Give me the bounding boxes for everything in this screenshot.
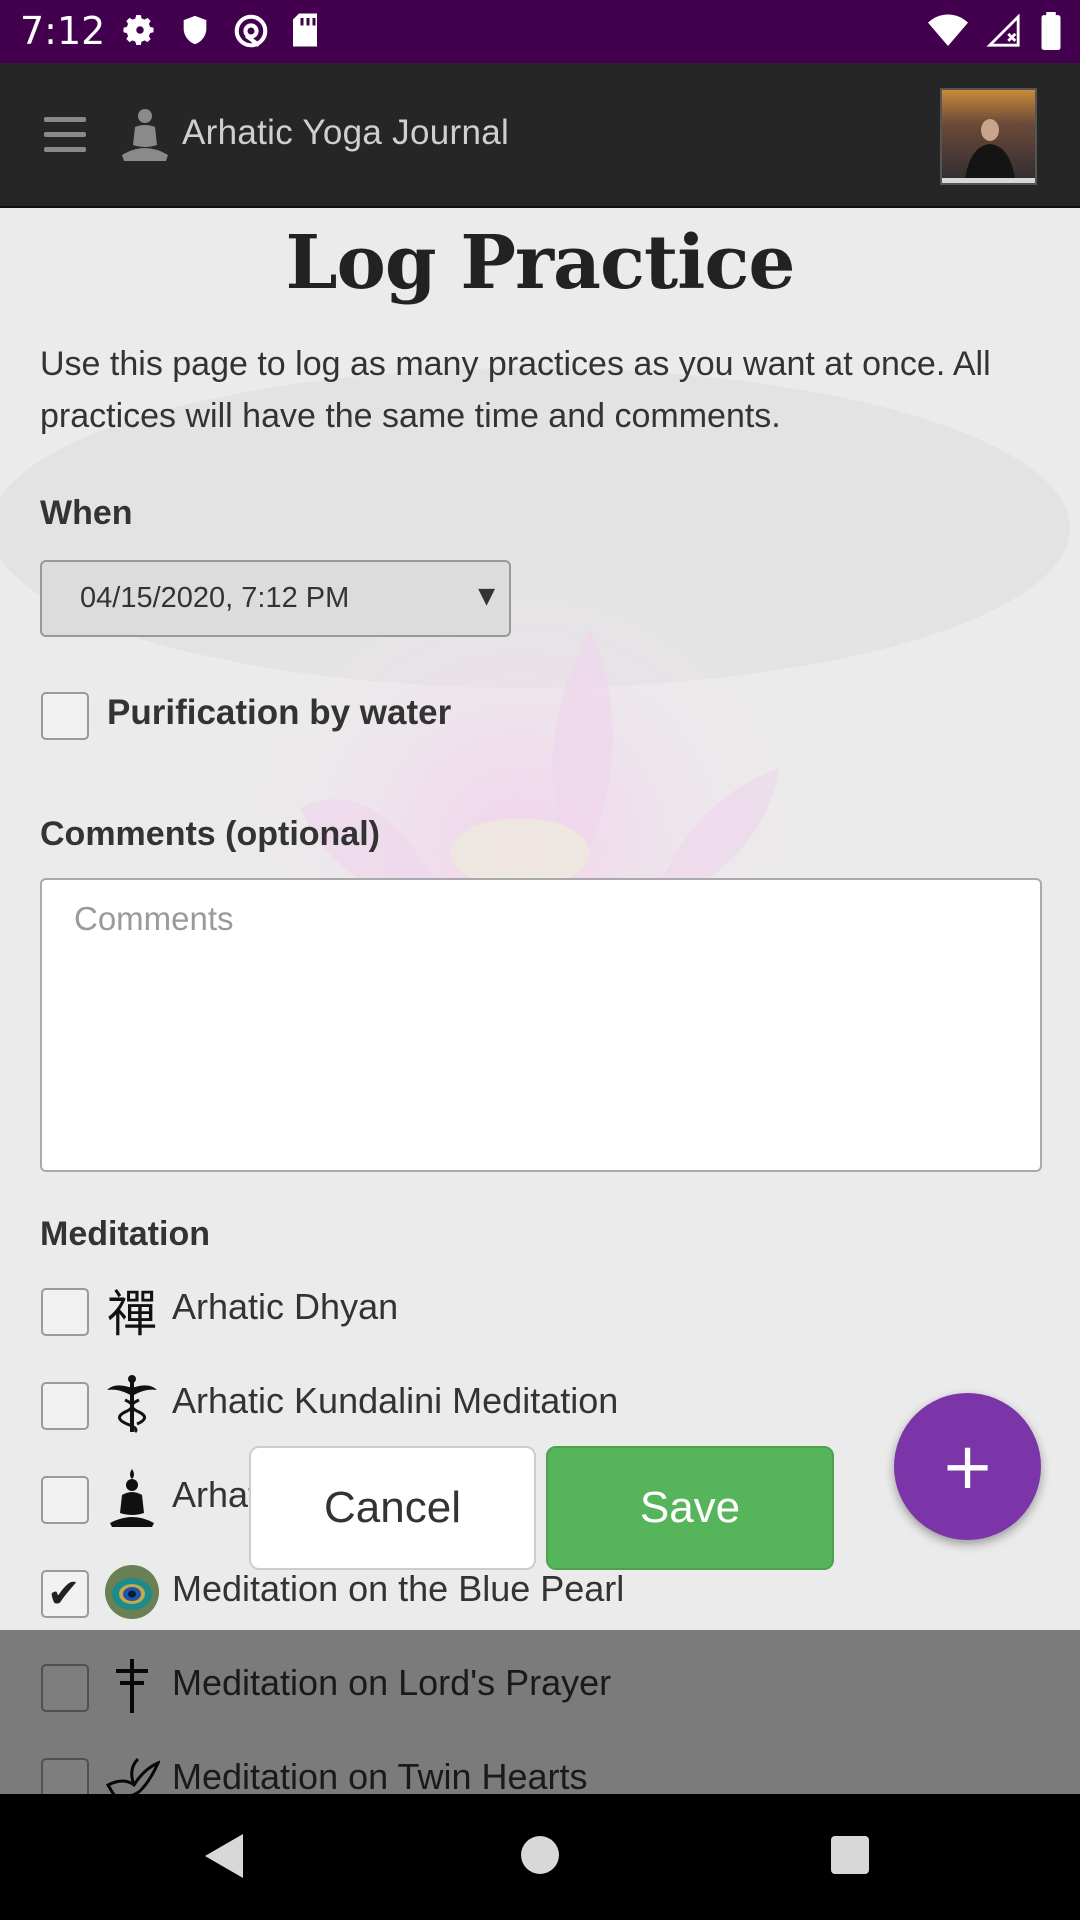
- checkbox[interactable]: [41, 1382, 89, 1430]
- list-item[interactable]: ✔ Meditation on the Blue Pearl: [0, 1562, 1080, 1626]
- meditating-figure-icon: [122, 109, 168, 161]
- comments-label: Comments (optional): [40, 815, 380, 853]
- cancel-button[interactable]: Cancel: [249, 1446, 536, 1570]
- content-area: Log Practice Use this page to log as man…: [0, 208, 1080, 1794]
- shield-icon: [183, 15, 207, 45]
- purification-checkbox[interactable]: [41, 692, 89, 740]
- status-bar: 7:12: [0, 0, 1080, 63]
- at-sign-icon: [234, 14, 268, 48]
- gear-icon: [123, 15, 154, 45]
- comments-input[interactable]: [40, 878, 1042, 1172]
- checkbox-checked[interactable]: ✔: [41, 1570, 89, 1618]
- zen-character-icon: 禪: [107, 1285, 157, 1343]
- caret-down-icon: ▼: [478, 584, 495, 609]
- list-item[interactable]: 禪 Arhatic Dhyan: [0, 1280, 1080, 1344]
- sd-card-icon: [293, 13, 317, 47]
- blue-pearl-icon: [104, 1562, 160, 1622]
- app-bar: Arhatic Yoga Journal: [0, 63, 1080, 208]
- intro-text: Use this page to log as many practices a…: [40, 345, 991, 435]
- bottom-action-overlay: [0, 1630, 1080, 1794]
- app-title: Arhatic Yoga Journal: [182, 113, 510, 152]
- status-time: 7:12: [20, 9, 106, 53]
- wifi-icon: [928, 14, 968, 46]
- datetime-value: 04/15/2020, 7:12 PM: [80, 582, 350, 614]
- plus-icon: +: [940, 1429, 995, 1504]
- checkmark-icon: ✔: [47, 1571, 81, 1617]
- home-circle-icon[interactable]: [521, 1836, 559, 1874]
- meditation-label: Meditation: [40, 1215, 210, 1253]
- list-item-label: Meditation on the Blue Pearl: [172, 1568, 625, 1609]
- meditating-silhouette-icon: [104, 1468, 160, 1528]
- hamburger-menu-icon[interactable]: [44, 117, 86, 153]
- caduceus-icon: [104, 1374, 160, 1434]
- signal-icon: [986, 14, 1020, 47]
- page-title: Log Practice: [285, 220, 796, 306]
- avatar[interactable]: [940, 88, 1037, 185]
- list-item-label: Arhatic Dhyan: [172, 1286, 399, 1327]
- add-fab-button[interactable]: +: [894, 1393, 1041, 1540]
- battery-icon: [1041, 12, 1061, 50]
- checkbox[interactable]: [41, 1476, 89, 1524]
- checkbox[interactable]: [41, 1288, 89, 1336]
- when-label: When: [40, 494, 133, 532]
- datetime-select[interactable]: 04/15/2020, 7:12 PM ▼: [40, 560, 511, 637]
- save-button[interactable]: Save: [546, 1446, 834, 1570]
- recents-square-icon[interactable]: [831, 1836, 869, 1874]
- list-item-label: Arhatic Kundalini Meditation: [172, 1380, 619, 1421]
- navigation-bar: [0, 1794, 1080, 1920]
- back-triangle-icon[interactable]: [205, 1834, 245, 1878]
- purification-label: Purification by water: [107, 693, 452, 732]
